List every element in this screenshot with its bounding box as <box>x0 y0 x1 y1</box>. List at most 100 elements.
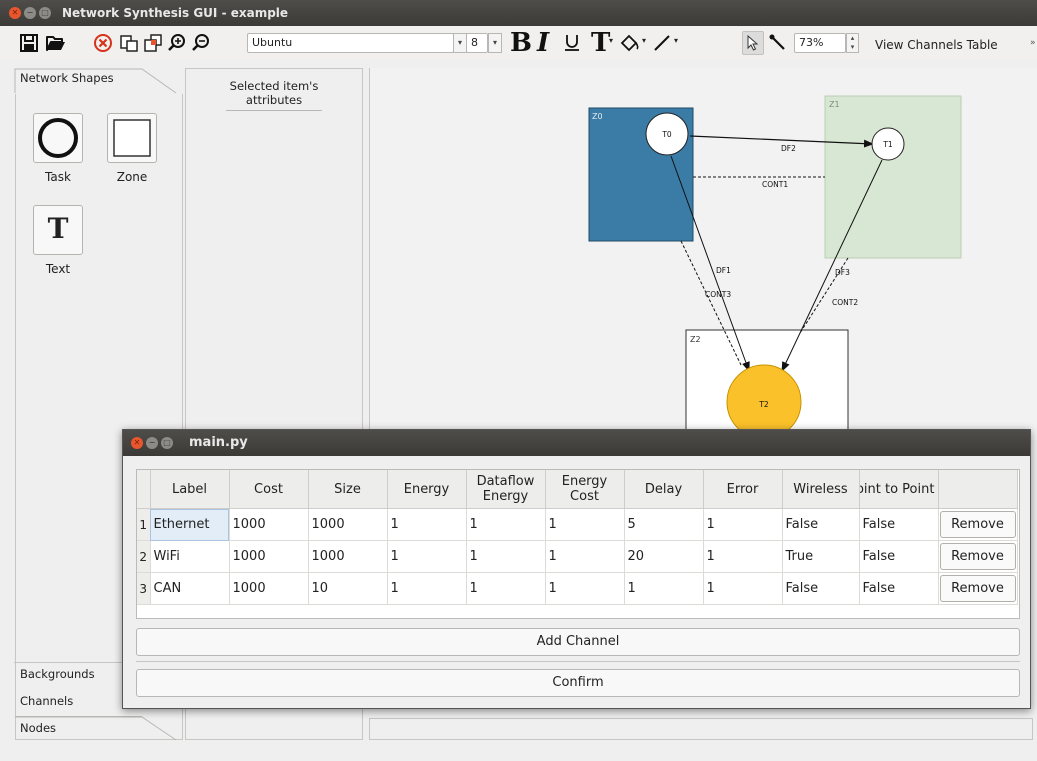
zoom-in-icon[interactable] <box>166 32 188 54</box>
edge-cont3-label: CONT3 <box>705 290 731 299</box>
open-icon[interactable] <box>44 32 68 54</box>
table-cell[interactable]: 1 <box>466 572 546 605</box>
tab-network-shapes-label: Network Shapes <box>20 71 114 85</box>
toolbar-overflow-icon[interactable]: » <box>1030 38 1036 48</box>
table-cell[interactable]: 1 <box>387 572 467 605</box>
zoom-select[interactable]: 73% <box>794 33 846 53</box>
zoom-spinner-icon[interactable]: ▴ ▾ <box>846 33 859 53</box>
remove-button[interactable]: Remove <box>939 543 1016 570</box>
tab-nodes[interactable]: Nodes <box>14 716 184 742</box>
column-header[interactable]: Delay <box>624 470 704 509</box>
table-cell[interactable]: 5 <box>624 508 704 541</box>
text-color-dropdown-icon[interactable]: ▾ <box>609 36 613 45</box>
zoom-out-icon[interactable] <box>190 32 212 54</box>
delete-icon[interactable] <box>92 32 114 54</box>
toolbar: Ubuntu ▾ 8 ▾ B I T ▾ ▾ ▾ 73% ▴ ▾ View Cha… <box>0 26 1037 60</box>
column-header[interactable]: Error <box>703 470 783 509</box>
font-family-dropdown-icon[interactable]: ▾ <box>453 33 467 53</box>
underline-icon[interactable] <box>561 32 583 54</box>
column-header[interactable]: Point to Point <box>859 470 939 509</box>
task-shape-button[interactable] <box>33 113 83 163</box>
table-cell[interactable]: 1000 <box>229 540 309 573</box>
channels-dialog: ✕ − □ main.py Label Cost Size Energy Dat… <box>122 429 1031 709</box>
line-tool-icon[interactable] <box>767 32 789 54</box>
table-cell[interactable]: 1 <box>466 508 546 541</box>
window-minimize-button[interactable]: − <box>24 7 36 19</box>
text-shape-button[interactable]: T <box>33 205 83 255</box>
tab-channels[interactable]: Channels <box>14 691 124 713</box>
diagram-canvas[interactable]: Z1 Z0 Z2 CONT1 DF2 DF1 CONT3 DF3 CONT2 T… <box>369 68 1037 440</box>
task-t0-label: T0 <box>661 130 672 139</box>
table-cell[interactable]: 1 <box>624 572 704 605</box>
pointer-icon[interactable] <box>742 31 764 55</box>
font-size-dropdown-icon[interactable]: ▾ <box>488 33 502 53</box>
window-close-button[interactable]: ✕ <box>9 7 21 19</box>
table-cell[interactable]: 1000 <box>308 540 388 573</box>
table-cell[interactable]: 1 <box>703 572 783 605</box>
column-header[interactable]: Size <box>308 470 388 509</box>
table-cell[interactable]: 10 <box>308 572 388 605</box>
send-back-icon[interactable] <box>142 32 164 54</box>
window-maximize-button[interactable]: □ <box>39 7 51 19</box>
italic-icon[interactable]: I <box>537 28 549 58</box>
corner-header[interactable] <box>137 470 151 509</box>
table-cell[interactable]: 20 <box>624 540 704 573</box>
save-icon[interactable] <box>18 32 40 54</box>
table-cell[interactable]: 1000 <box>308 508 388 541</box>
table-cell[interactable]: 1 <box>545 508 625 541</box>
table-cell[interactable]: Ethernet <box>150 508 230 541</box>
table-cell[interactable]: 1000 <box>229 572 309 605</box>
table-cell[interactable]: False <box>859 572 939 605</box>
table-cell[interactable]: 1 <box>545 572 625 605</box>
font-size-select[interactable]: 8 <box>466 33 488 53</box>
column-header[interactable]: Energy Cost <box>545 470 625 509</box>
fill-color-icon[interactable] <box>619 32 641 54</box>
dialog-titlebar: ✕ − □ main.py <box>123 430 1030 456</box>
canvas-scroll-area <box>369 718 1033 740</box>
table-cell[interactable]: 1000 <box>229 508 309 541</box>
table-cell[interactable]: 1 <box>703 540 783 573</box>
column-header[interactable]: Label <box>150 470 230 509</box>
tab-network-shapes[interactable]: Network Shapes <box>14 66 184 94</box>
view-channels-table-button[interactable]: View Channels Table <box>875 38 998 52</box>
remove-button[interactable]: Remove <box>939 575 1016 602</box>
table-cell[interactable]: 1 <box>545 540 625 573</box>
column-header[interactable]: Wireless <box>782 470 860 509</box>
text-color-icon[interactable]: T <box>591 28 610 58</box>
zone-z1[interactable] <box>824 95 962 259</box>
table-cell[interactable]: CAN <box>150 572 230 605</box>
line-color-icon[interactable] <box>652 32 672 54</box>
dialog-maximize-button[interactable]: □ <box>161 437 173 449</box>
bold-icon[interactable]: B <box>510 28 532 58</box>
row-number[interactable]: 3 <box>137 572 151 605</box>
table-cell[interactable]: 1 <box>387 540 467 573</box>
fill-color-dropdown-icon[interactable]: ▾ <box>642 36 646 45</box>
table-cell[interactable]: False <box>859 508 939 541</box>
column-header[interactable]: Cost <box>229 470 309 509</box>
add-channel-button[interactable]: Add Channel <box>136 628 1020 656</box>
table-cell[interactable]: WiFi <box>150 540 230 573</box>
bring-front-icon[interactable] <box>118 32 140 54</box>
table-cell[interactable]: 1 <box>703 508 783 541</box>
channels-table[interactable]: Label Cost Size Energy Dataflow Energy E… <box>136 469 1020 619</box>
confirm-button[interactable]: Confirm <box>136 669 1020 697</box>
row-number[interactable]: 1 <box>137 508 151 541</box>
column-header[interactable]: Dataflow Energy <box>466 470 546 509</box>
edge-df2-label: DF2 <box>781 144 796 153</box>
table-cell[interactable]: 1 <box>466 540 546 573</box>
table-cell[interactable]: 1 <box>387 508 467 541</box>
remove-button[interactable]: Remove <box>939 511 1016 538</box>
row-number[interactable]: 2 <box>137 540 151 573</box>
table-cell[interactable]: True <box>782 540 860 573</box>
column-header[interactable]: Energy <box>387 470 467 509</box>
table-cell[interactable]: False <box>782 508 860 541</box>
table-cell[interactable]: False <box>782 572 860 605</box>
font-family-select[interactable]: Ubuntu <box>247 33 454 53</box>
zone-shape-button[interactable] <box>107 113 157 163</box>
edge-df1-label: DF1 <box>716 266 731 275</box>
table-cell[interactable]: False <box>859 540 939 573</box>
dialog-minimize-button[interactable]: − <box>146 437 158 449</box>
line-color-dropdown-icon[interactable]: ▾ <box>674 36 678 45</box>
network-diagram[interactable]: Z1 Z0 Z2 CONT1 DF2 DF1 CONT3 DF3 CONT2 T… <box>370 68 1037 440</box>
dialog-close-button[interactable]: ✕ <box>131 437 143 449</box>
